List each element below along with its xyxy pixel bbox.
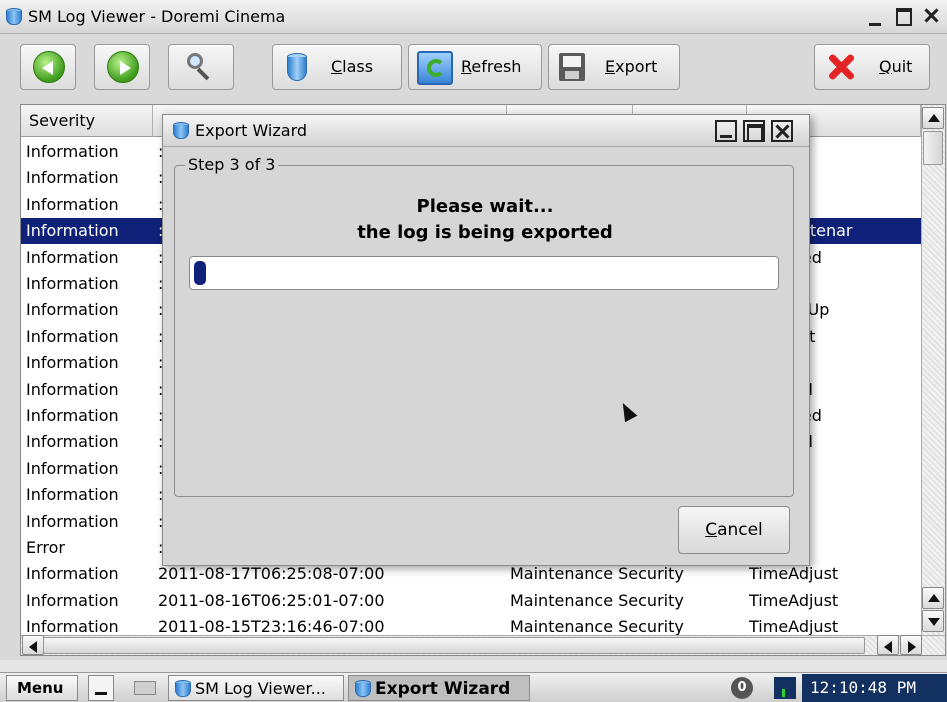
floppy-disk-icon — [559, 53, 585, 81]
class-button[interactable]: Class — [272, 44, 402, 90]
severity-cell: Information — [26, 274, 119, 293]
forward-button[interactable] — [94, 44, 150, 90]
table-row[interactable]: Information 2011-08-16T06:25:01-07:00 Main… — [21, 588, 921, 614]
toolbar: Class Refresh Export Quit — [0, 34, 947, 96]
arrow-down-icon — [928, 618, 940, 626]
start-menu-button[interactable]: Menu — [6, 675, 78, 701]
dialog-close-button[interactable] — [771, 120, 793, 142]
network-icon[interactable] — [774, 677, 796, 699]
severity-cell: Information — [26, 590, 119, 610]
quit-button[interactable]: Quit — [814, 44, 930, 90]
step-label: Step 3 of 3 — [185, 155, 279, 174]
vertical-scrollbar[interactable] — [921, 105, 945, 635]
arrow-up-icon — [928, 114, 940, 122]
taskbar-item-label: Export Wizard — [375, 679, 511, 699]
tray-status-icon[interactable]: 0 — [731, 677, 753, 699]
date-cell: 2011-08-17T06:25:08-07:00 — [158, 564, 385, 584]
class-cell: Maintenance Security — [510, 590, 684, 610]
scroll-left-button[interactable] — [22, 635, 44, 655]
severity-cell: Information — [26, 617, 119, 637]
export-wizard-dialog: Export Wizard Step 3 of 3 Please wait...… — [162, 114, 810, 566]
arrow-up-icon — [928, 594, 940, 602]
arrow-left-icon — [884, 641, 892, 653]
export-status-message: the log is being exported — [357, 222, 613, 243]
database-app-icon — [173, 122, 189, 140]
dialog-maximize-button[interactable] — [743, 120, 765, 142]
severity-cell: Information — [26, 247, 119, 267]
severity-cell: Information — [26, 194, 119, 214]
taskbar: Menu SM Log Viewer... Export Wizard 0 12… — [0, 672, 947, 702]
severity-cell: Information — [26, 564, 119, 584]
severity-cell: Information — [26, 379, 119, 399]
type-cell: TimeAdjust — [749, 564, 839, 584]
maximize-button[interactable] — [894, 6, 916, 28]
vertical-scroll-thumb[interactable] — [923, 131, 943, 165]
arrow-right-icon — [908, 641, 916, 653]
magnifier-icon — [185, 51, 215, 83]
red-x-icon — [825, 51, 857, 83]
taskbar-item-log-viewer[interactable]: SM Log Viewer... — [168, 675, 344, 701]
dialog-titlebar[interactable]: Export Wizard — [163, 115, 809, 147]
severity-cell: Information — [26, 326, 119, 346]
refresh-button[interactable]: Refresh — [408, 44, 542, 90]
scroll-left-button-right[interactable] — [877, 635, 899, 655]
quit-button-label: Quit — [879, 57, 913, 76]
minimize-button[interactable] — [866, 6, 888, 28]
dialog-title: Export Wizard — [195, 121, 308, 140]
taskbar-item-export-wizard[interactable]: Export Wizard — [348, 675, 530, 701]
progress-fill — [194, 261, 206, 285]
back-button[interactable] — [20, 44, 76, 90]
database-app-icon — [6, 8, 22, 26]
taskbar-item-label: SM Log Viewer... — [195, 679, 326, 698]
class-button-label: Class — [331, 57, 374, 76]
severity-cell: Information — [26, 485, 119, 505]
cancel-button[interactable]: Cancel — [678, 506, 790, 554]
scroll-up-button-lower[interactable] — [922, 587, 944, 609]
database-app-icon — [355, 680, 371, 698]
severity-cell: Information — [26, 168, 119, 188]
search-button[interactable] — [168, 44, 234, 90]
close-button[interactable] — [922, 6, 944, 28]
keyboard-icon[interactable] — [134, 681, 156, 695]
main-titlebar[interactable]: SM Log Viewer - Doremi Cinema — [0, 0, 947, 34]
scroll-up-button[interactable] — [922, 107, 944, 129]
severity-cell: Information — [26, 300, 119, 320]
forward-arrow-icon — [107, 51, 139, 83]
severity-cell: Information — [26, 511, 119, 531]
export-button-label: Export — [605, 57, 658, 76]
date-cell: 2011-08-15T23:16:46-07:00 — [158, 617, 385, 637]
refresh-button-label: Refresh — [461, 57, 522, 76]
dialog-minimize-button[interactable] — [715, 120, 737, 142]
type-cell: TimeAdjust — [749, 617, 839, 637]
clock[interactable]: 12:10:48 PM — [802, 674, 947, 702]
scroll-right-button[interactable] — [900, 635, 922, 655]
wait-message: Please wait... — [416, 196, 554, 217]
column-header-severity[interactable]: Severity — [21, 105, 153, 137]
severity-cell: Information — [26, 353, 119, 373]
scroll-down-button[interactable] — [922, 610, 944, 632]
desktop-screen: SM Log Viewer - Doremi Cinema Class Refr… — [0, 0, 947, 702]
severity-cell: Information — [26, 458, 119, 478]
back-arrow-icon — [33, 51, 65, 83]
severity-cell: Information — [26, 432, 119, 452]
step-group-box: Step 3 of 3 Please wait... the log is be… — [174, 155, 794, 497]
window-title: SM Log Viewer - Doremi Cinema — [28, 7, 286, 26]
horizontal-scroll-thumb[interactable] — [43, 637, 865, 654]
database-icon — [287, 53, 307, 83]
export-button[interactable]: Export — [548, 44, 680, 90]
horizontal-scrollbar[interactable] — [21, 635, 945, 655]
type-cell: TimeAdjust — [749, 590, 839, 610]
export-progress-bar — [189, 256, 779, 290]
class-cell: Maintenance Security — [510, 617, 684, 637]
severity-cell: Information — [26, 406, 119, 425]
refresh-icon — [417, 51, 453, 85]
severity-cell: Error — [26, 538, 65, 557]
date-cell: 2011-08-16T06:25:01-07:00 — [158, 590, 385, 610]
database-app-icon — [175, 680, 191, 698]
arrow-left-icon — [29, 641, 37, 653]
show-desktop-button[interactable] — [88, 675, 114, 701]
severity-cell: Information — [26, 142, 119, 161]
class-cell: Maintenance Security — [510, 564, 684, 584]
severity-cell: Information — [26, 221, 119, 241]
